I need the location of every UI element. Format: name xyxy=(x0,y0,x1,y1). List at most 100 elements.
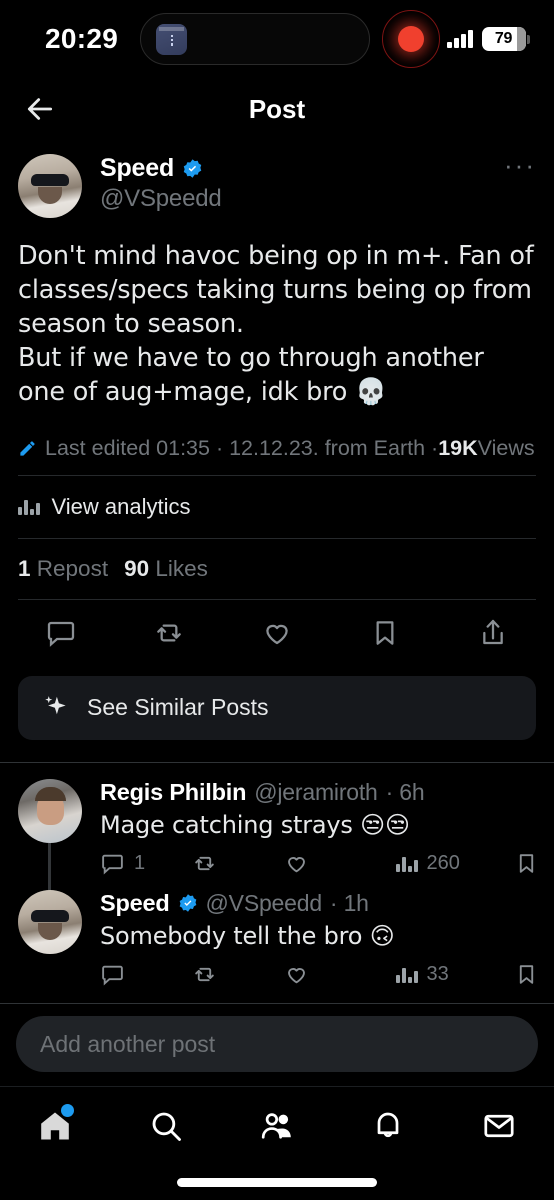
reply-author-handle[interactable]: @jeramiroth xyxy=(254,779,378,806)
post-views-count: 19K xyxy=(438,435,478,460)
views-count: 260 xyxy=(426,851,460,874)
battery-percent-label: 79 xyxy=(494,30,513,47)
recording-indicator-icon xyxy=(382,10,440,68)
avatar[interactable] xyxy=(18,154,82,218)
nav-messages-button[interactable] xyxy=(467,1098,531,1154)
bookmark-icon xyxy=(519,964,534,984)
like-button[interactable] xyxy=(284,851,396,876)
views-count: 33 xyxy=(426,962,449,985)
add-another-post-input[interactable]: Add another post xyxy=(16,1016,538,1072)
reply-timestamp: · 1h xyxy=(329,889,369,916)
post-more-options-button[interactable]: ··· xyxy=(504,152,536,178)
home-unread-badge xyxy=(61,1103,75,1117)
dynamic-island-app-icon xyxy=(156,23,187,55)
reply-timestamp: · 6h xyxy=(385,778,425,805)
post-author-row: Speed @VSpeedd ··· xyxy=(18,152,536,218)
reply-icon xyxy=(102,965,123,985)
post-author-name[interactable]: Speed xyxy=(100,154,174,183)
like-button[interactable] xyxy=(284,962,396,987)
reply-author-name[interactable]: Speed xyxy=(100,890,170,917)
repost-button[interactable] xyxy=(192,962,284,987)
main-post: Speed @VSpeedd ··· Don't mind havoc bein… xyxy=(0,140,554,740)
see-similar-posts-label: See Similar Posts xyxy=(87,694,269,721)
repost-icon xyxy=(195,856,214,870)
repost-icon xyxy=(195,967,214,981)
reply-text: Mage catching strays 😒😒 xyxy=(100,810,410,839)
view-analytics-label: View analytics xyxy=(51,493,191,519)
status-bar: 20:29 79 xyxy=(0,0,554,78)
home-indicator-area xyxy=(0,1164,554,1200)
reply-action-bar: 33 xyxy=(100,962,554,987)
repost-icon xyxy=(157,624,181,641)
repost-count-label: Repost xyxy=(36,555,109,581)
nav-search-button[interactable] xyxy=(134,1098,198,1154)
messages-envelope-icon xyxy=(484,1114,514,1137)
post-action-bar xyxy=(18,600,536,666)
page-title: Post xyxy=(248,93,306,124)
back-button[interactable] xyxy=(18,87,62,131)
post-edited-timestamp: Last edited 01:35 · 12.12.23. from Earth… xyxy=(45,435,439,460)
verified-badge-icon xyxy=(179,894,196,912)
like-heart-icon xyxy=(288,856,305,872)
post-detail-screen: 20:29 79 Post Speed @VSpeedd ··· Don't m… xyxy=(0,0,554,1200)
nav-notifications-button[interactable] xyxy=(356,1098,420,1154)
signal-bars-icon xyxy=(447,30,473,48)
views-button[interactable]: 260 xyxy=(396,852,514,875)
repost-button[interactable] xyxy=(150,614,188,652)
reply-icon xyxy=(102,854,123,874)
status-bar-clock: 20:29 xyxy=(45,23,119,54)
verified-badge-icon xyxy=(183,159,202,178)
dynamic-island[interactable] xyxy=(140,13,370,65)
bookmark-button[interactable] xyxy=(514,962,554,987)
bottom-navigation-bar xyxy=(0,1086,554,1164)
nav-communities-button[interactable] xyxy=(245,1098,309,1154)
views-button[interactable]: 33 xyxy=(396,963,514,986)
home-indicator[interactable] xyxy=(177,1177,377,1187)
reply-author-name[interactable]: Regis Philbin xyxy=(100,779,246,806)
post-scroll-area: Speed @VSpeedd ··· Don't mind havoc bein… xyxy=(0,140,554,1003)
battery-icon: 79 xyxy=(481,27,530,51)
like-heart-icon xyxy=(266,624,288,644)
post-text: Don't mind havoc being op in m+. Fan of … xyxy=(18,241,534,407)
view-analytics-button[interactable]: View analytics xyxy=(18,476,536,538)
sparkle-icon xyxy=(45,695,66,714)
reply-button[interactable] xyxy=(42,614,80,652)
avatar[interactable] xyxy=(18,889,82,954)
page-header: Post xyxy=(0,78,554,140)
bookmark-button[interactable] xyxy=(514,851,554,876)
analytics-bars-icon xyxy=(18,498,40,516)
avatar[interactable] xyxy=(18,778,82,843)
like-heart-icon xyxy=(288,967,305,983)
reply-button[interactable]: 1 xyxy=(100,851,192,876)
repost-button[interactable] xyxy=(192,851,284,876)
post-author-handle[interactable]: @VSpeedd xyxy=(100,185,536,213)
reply-count: 1 xyxy=(134,851,146,874)
like-count-label: Likes xyxy=(155,555,208,581)
nav-home-button[interactable] xyxy=(23,1098,87,1154)
recording-dot xyxy=(398,26,424,52)
bookmark-button[interactable] xyxy=(366,614,404,652)
reply-text: Somebody tell the bro 🙃 xyxy=(100,921,395,950)
status-bar-right: 79 xyxy=(447,27,530,51)
like-button[interactable] xyxy=(258,614,296,652)
bookmark-icon xyxy=(519,853,534,873)
communities-icon xyxy=(261,1112,291,1139)
reply-icon xyxy=(47,621,75,647)
share-button[interactable] xyxy=(474,614,512,652)
post-engagement-counts: 1 Repost 90 Likes xyxy=(18,539,536,599)
like-count: 90 xyxy=(124,555,150,581)
reply-author-handle[interactable]: @VSpeedd xyxy=(206,890,323,917)
see-similar-posts-button[interactable]: See Similar Posts xyxy=(18,675,536,740)
compose-bar: Add another post xyxy=(0,1003,554,1086)
reply-button[interactable] xyxy=(100,962,192,987)
post-views-label: Views xyxy=(477,435,535,460)
repost-count-group[interactable]: 1 Repost xyxy=(18,556,108,582)
analytics-bars-icon xyxy=(396,855,418,872)
reply-item: ··· Speed @VSpeedd · 1h Somebody tell th… xyxy=(0,884,554,995)
search-icon xyxy=(152,1112,182,1141)
like-count-group[interactable]: 90 Likes xyxy=(124,556,208,582)
back-arrow-icon xyxy=(27,98,53,120)
bookmark-icon xyxy=(376,620,394,645)
reply-item: ··· Regis Philbin @jeramiroth · 6h Mage … xyxy=(0,763,554,894)
reply-action-bar: 1 260 xyxy=(100,851,554,876)
